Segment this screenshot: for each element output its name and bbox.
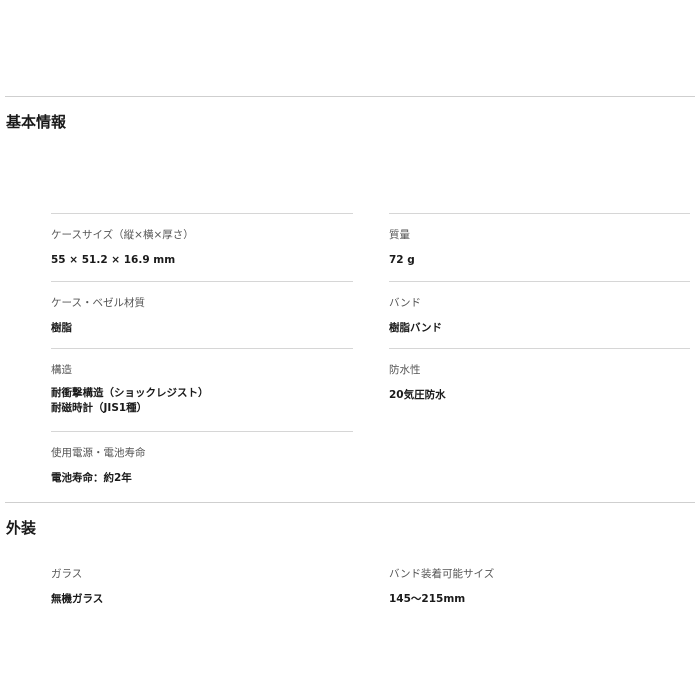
spec-divider bbox=[389, 281, 690, 282]
spec-value: 電池寿命：約2年 bbox=[51, 472, 132, 484]
spec-value: 無機ガラス bbox=[51, 593, 104, 605]
spec-value-line: 耐衝撃構造（ショックレジスト） bbox=[51, 387, 209, 399]
spec-value: 72 g bbox=[389, 254, 415, 266]
spec-label: 構造 bbox=[51, 364, 72, 376]
spec-label: ガラス bbox=[51, 568, 83, 580]
spec-value: 20気圧防水 bbox=[389, 389, 446, 401]
spec-label: 防水性 bbox=[389, 364, 421, 376]
section-title-exterior: 外装 bbox=[6, 519, 37, 537]
spec-value: 耐衝撃構造（ショックレジスト） 耐磁時計（JIS1種） bbox=[51, 386, 209, 416]
spec-divider bbox=[51, 348, 353, 349]
spec-value-line: 耐磁時計（JIS1種） bbox=[51, 402, 148, 414]
spec-label: ケースサイズ（縦×横×厚さ） bbox=[51, 229, 194, 241]
section-title-basic-info: 基本情報 bbox=[6, 113, 67, 131]
spec-divider bbox=[389, 213, 690, 214]
spec-divider bbox=[51, 431, 353, 432]
spec-label: 質量 bbox=[389, 229, 410, 241]
spec-label: 使用電源・電池寿命 bbox=[51, 447, 146, 459]
spec-value: 55 × 51.2 × 16.9 mm bbox=[51, 254, 176, 266]
spec-divider bbox=[51, 213, 353, 214]
spec-divider bbox=[389, 348, 690, 349]
spec-value: 145〜215mm bbox=[389, 593, 466, 605]
section-divider bbox=[5, 502, 695, 503]
spec-label: ケース・ベゼル材質 bbox=[51, 297, 145, 309]
spec-value: 樹脂バンド bbox=[389, 322, 443, 334]
spec-label: バンド bbox=[389, 297, 422, 309]
spec-divider bbox=[51, 281, 353, 282]
spec-label: バンド装着可能サイズ bbox=[389, 568, 495, 580]
section-divider bbox=[5, 96, 695, 97]
spec-value: 樹脂 bbox=[51, 322, 72, 334]
